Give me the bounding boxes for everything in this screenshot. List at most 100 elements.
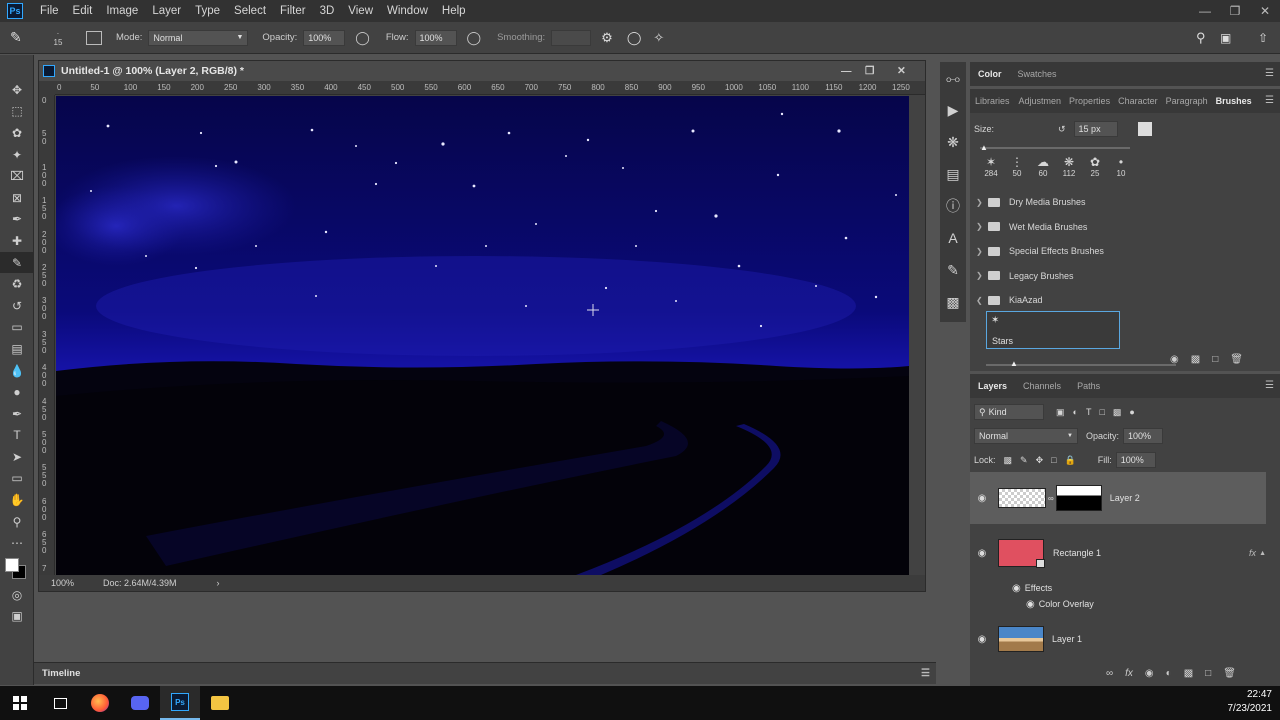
lock-all-icon[interactable]: 🔒 xyxy=(1065,455,1076,466)
chevron-down-icon[interactable]: ❮ xyxy=(976,296,988,305)
minimize-icon[interactable]: — xyxy=(1190,0,1220,22)
lock-transparency-icon[interactable]: ▩ xyxy=(1004,455,1013,466)
brush-tool-icon[interactable]: ✎ xyxy=(10,29,36,46)
preview-size-slider[interactable]: ▲ xyxy=(986,359,1176,368)
lock-artboard-icon[interactable]: □ xyxy=(1051,455,1056,465)
info-panel-icon[interactable]: ⓘ xyxy=(940,190,966,222)
layer-row-layer-2[interactable]: ◉ ∞ Layer 2 xyxy=(970,472,1266,524)
tab-color[interactable]: Color xyxy=(970,69,1010,79)
folder-legacy[interactable]: ❯ Legacy Brushes xyxy=(970,264,1268,289)
link-icon[interactable]: ∞ xyxy=(1048,494,1054,503)
eraser-tool-icon[interactable]: ▭ xyxy=(0,317,34,339)
canvas[interactable] xyxy=(56,96,909,575)
dodge-tool-icon[interactable]: ● xyxy=(0,381,34,403)
tab-brushes[interactable]: Brushes xyxy=(1212,96,1256,106)
document-tab[interactable]: Untitled-1 @ 100% (Layer 2, RGB/8) * — ❐… xyxy=(39,61,925,81)
actions-panel-icon[interactable]: ▶ xyxy=(940,94,966,126)
menu-window[interactable]: Window xyxy=(380,5,435,17)
new-group-icon[interactable]: ▩ xyxy=(1191,354,1200,365)
taskbar-discord[interactable] xyxy=(120,686,160,720)
lock-paint-icon[interactable]: ✎ xyxy=(1020,455,1028,466)
tab-swatches[interactable]: Swatches xyxy=(1010,69,1065,79)
filter-pixel-icon[interactable]: ▣ xyxy=(1056,407,1065,418)
gear-icon[interactable]: ⚙ xyxy=(601,30,613,46)
brush-size-slider[interactable]: ▲ xyxy=(980,143,1130,152)
healing-tool-icon[interactable]: ✚ xyxy=(0,230,34,252)
menu-layer[interactable]: Layer xyxy=(145,5,188,17)
menu-help[interactable]: Help xyxy=(435,5,473,17)
move-tool-icon[interactable]: ✥ xyxy=(0,79,34,101)
smoothing-input[interactable] xyxy=(551,29,592,46)
task-view-button[interactable] xyxy=(40,686,80,720)
doc-restore-icon[interactable]: ❐ xyxy=(865,65,874,77)
taskbar-photoshop[interactable]: Ps xyxy=(160,686,200,720)
eyedropper-tool-icon[interactable]: ✒ xyxy=(0,209,34,231)
layer-mask-thumbnail[interactable] xyxy=(1055,485,1102,511)
history-panel-icon[interactable]: ⧟ xyxy=(940,62,966,94)
menu-filter[interactable]: Filter xyxy=(273,5,313,17)
chevron-right-icon[interactable]: ❯ xyxy=(976,222,988,231)
adjustment-layer-icon[interactable]: ◐ xyxy=(1166,668,1172,679)
brushes-panel-menu-icon[interactable]: ☰ xyxy=(1265,95,1274,106)
horizontal-ruler[interactable]: 0 50 100 150 200 250 300 350 400 450 500 550 600 650 7… xyxy=(55,81,925,95)
brush-presets-icon[interactable]: ▤ xyxy=(940,158,966,190)
adjustment-panel-icon[interactable]: ▩ xyxy=(940,286,966,318)
menu-type[interactable]: Type xyxy=(188,5,227,17)
timeline-menu-icon[interactable]: ☰ xyxy=(921,668,930,679)
filter-shape-icon[interactable]: □ xyxy=(1099,407,1104,417)
new-brush-page-icon[interactable]: □ xyxy=(1212,354,1218,365)
new-brush-icon[interactable] xyxy=(1137,122,1152,136)
add-mask-icon[interactable]: ◉ xyxy=(1145,668,1154,679)
brush-preset-4[interactable]: ❋ 112 xyxy=(1056,155,1082,178)
slider-thumb-icon[interactable]: ▲ xyxy=(980,143,988,152)
filter-toggle-icon[interactable]: ● xyxy=(1129,407,1134,417)
chevron-right-icon[interactable]: ❯ xyxy=(976,247,988,256)
slider-thumb-icon[interactable]: ▲ xyxy=(1010,359,1018,368)
color-overlay-row[interactable]: ◉ Color Overlay xyxy=(970,596,1266,612)
eye-toggle-icon[interactable]: ◉ xyxy=(1170,354,1179,365)
doc-minimize-icon[interactable]: — xyxy=(841,65,852,77)
timeline-label[interactable]: Timeline xyxy=(42,668,80,679)
tab-layers[interactable]: Layers xyxy=(970,381,1015,391)
chevron-up-icon[interactable]: ▲ xyxy=(1259,550,1266,557)
rectangle-tool-icon[interactable]: ▭ xyxy=(0,468,34,490)
workspace-icon[interactable]: ▣ xyxy=(1220,31,1231,45)
trash-icon[interactable]: 🗑 xyxy=(1230,354,1243,365)
folder-kiaazad[interactable]: ❮ KiaAzad xyxy=(970,288,1268,313)
pressure-opacity-icon[interactable]: ◯ xyxy=(355,30,370,46)
fill-input[interactable]: 100% xyxy=(1115,452,1156,468)
brush-size-input[interactable]: 15 px xyxy=(1073,121,1118,137)
filter-smart-object-icon[interactable]: ▩ xyxy=(1113,407,1122,418)
crop-tool-icon[interactable]: ⌧ xyxy=(0,165,34,187)
tab-paragraph[interactable]: Paragraph xyxy=(1162,96,1212,106)
hand-tool-icon[interactable]: ✋ xyxy=(0,489,34,511)
new-group-icon[interactable]: ▩ xyxy=(1184,668,1193,679)
lock-position-icon[interactable]: ✥ xyxy=(1036,455,1044,466)
fx-add-icon[interactable]: fx xyxy=(1125,668,1133,679)
start-button[interactable] xyxy=(0,686,40,720)
brush-preset-1[interactable]: ✶ 284 xyxy=(978,155,1004,178)
brush-settings-icon[interactable]: ❋ xyxy=(940,126,966,158)
filter-adjustment-icon[interactable]: ◐ xyxy=(1073,407,1078,417)
folder-wet-media[interactable]: ❯ Wet Media Brushes xyxy=(970,215,1268,240)
menu-select[interactable]: Select xyxy=(227,5,273,17)
opacity-input[interactable]: 100% xyxy=(303,29,346,46)
menu-edit[interactable]: Edit xyxy=(66,5,100,17)
layer-name[interactable]: Rectangle 1 xyxy=(1053,548,1101,558)
share-icon[interactable]: ⇧ xyxy=(1258,31,1268,45)
quick-select-tool-icon[interactable]: ✦ xyxy=(0,144,34,166)
reset-size-icon[interactable]: ↺ xyxy=(1058,124,1066,135)
layer-row-layer-1[interactable]: ◉ Layer 1 xyxy=(970,614,1266,664)
frame-tool-icon[interactable]: ⊠ xyxy=(0,187,34,209)
zoom-tool-icon[interactable]: ⚲ xyxy=(0,511,34,533)
brush-preset-3[interactable]: ☁ 60 xyxy=(1030,155,1056,178)
glyphs-panel-icon[interactable]: A xyxy=(940,222,966,254)
zoom-level[interactable]: 100% xyxy=(51,578,97,588)
link-layers-icon[interactable]: ∞ xyxy=(1106,668,1113,679)
taskbar-firefox[interactable] xyxy=(80,686,120,720)
folder-special-effects[interactable]: ❯ Special Effects Brushes xyxy=(970,239,1268,264)
mode-select[interactable]: Normal ▼ xyxy=(148,29,249,46)
layer-name[interactable]: Layer 1 xyxy=(1052,634,1082,644)
brush-preset-6[interactable]: • 10 xyxy=(1108,155,1134,178)
doc-close-icon[interactable]: ✕ xyxy=(897,65,906,77)
